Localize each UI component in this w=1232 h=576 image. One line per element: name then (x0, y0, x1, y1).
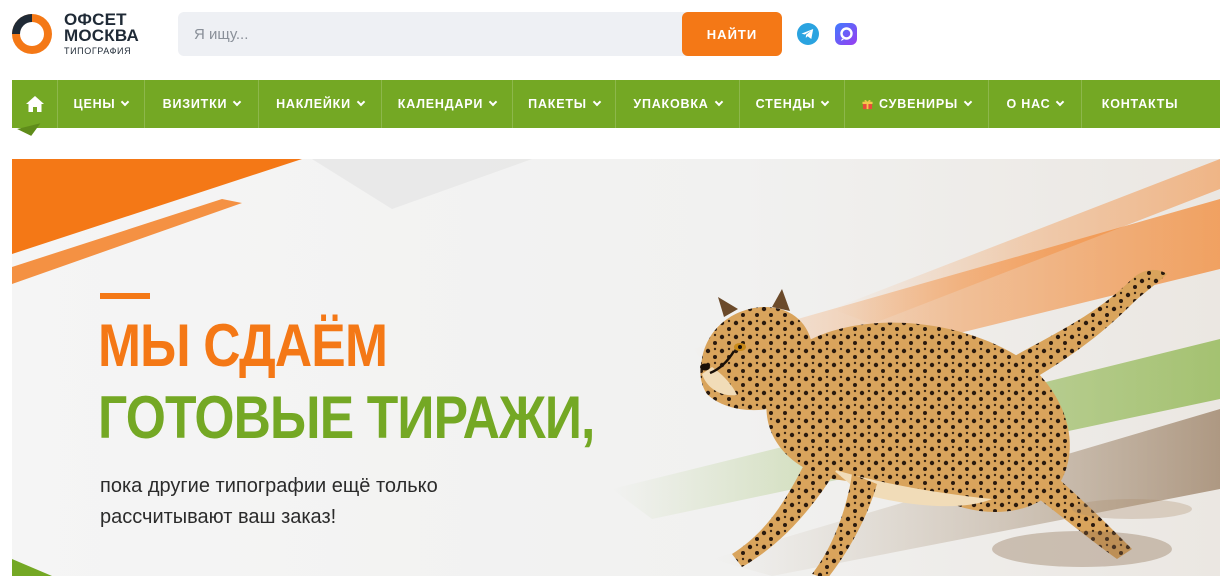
search-button[interactable]: НАЙТИ (682, 12, 782, 56)
hero-subtitle-line2: рассчитывают ваш заказ! (100, 506, 337, 528)
chevron-down-icon (1056, 97, 1065, 107)
nav-item-calendars[interactable]: КАЛЕНДАРИ (382, 80, 513, 128)
nav-item-about[interactable]: О НАС (989, 80, 1082, 128)
main-nav: ЦЕНЫ ВИЗИТКИ НАКЛЕЙКИ КАЛЕНДАРИ ПАКЕТЫ У… (12, 80, 1220, 128)
nav-item-packaging[interactable]: УПАКОВКА (616, 80, 740, 128)
chevron-down-icon (714, 97, 723, 107)
hero-accent-dash (100, 293, 150, 299)
nav-item-label: ЦЕНЫ (73, 97, 116, 111)
nav-item-label: О НАС (1006, 97, 1051, 111)
logo-line2: МОСКВА (64, 26, 139, 45)
nav-item-business-cards[interactable]: ВИЗИТКИ (145, 80, 259, 128)
nav-item-label: КАЛЕНДАРИ (397, 97, 484, 111)
hero-banner[interactable]: МЫ СДАЁМ ГОТОВЫЕ ТИРАЖИ, пока другие тип… (12, 159, 1220, 576)
hero-subtitle-line1: пока другие типографии ещё только (100, 475, 438, 497)
nav-item-stands[interactable]: СТЕНДЫ (740, 80, 845, 128)
nav-item-label: ВИЗИТКИ (162, 97, 228, 111)
search-bar: НАЙТИ (178, 12, 782, 56)
chevron-down-icon (488, 97, 498, 107)
nav-item-packages[interactable]: ПАКЕТЫ (513, 80, 616, 128)
nav-item-label: СТЕНДЫ (755, 97, 816, 111)
hero-subtitle: пока другие типографии ещё только рассчи… (100, 471, 620, 533)
gift-icon (862, 99, 873, 109)
cheetah-illustration (700, 269, 1192, 576)
hero-title-line1: МЫ СДАЁМ (98, 312, 388, 379)
site-header: ОФСЕТ МОСКВА ТИПОГРАФИЯ НАЙТИ (0, 0, 1232, 72)
chevron-down-icon (821, 97, 830, 107)
logo-text: ОФСЕТ МОСКВА ТИПОГРАФИЯ (64, 11, 139, 56)
nav-item-stickers[interactable]: НАКЛЕЙКИ (259, 80, 382, 128)
nav-item-label: ПАКЕТЫ (528, 97, 587, 111)
telegram-icon[interactable] (796, 22, 820, 46)
nav-item-souvenirs[interactable]: СУВЕНИРЫ (845, 80, 989, 128)
logo-tagline: ТИПОГРАФИЯ (64, 46, 132, 56)
home-icon (25, 96, 44, 112)
hero-title-line2: ГОТОВЫЕ ТИРАЖИ, (98, 384, 595, 451)
nav-item-label: НАКЛЕЙКИ (276, 97, 351, 111)
chevron-down-icon (121, 97, 130, 107)
nav-home-button[interactable] (12, 80, 58, 128)
max-messenger-icon[interactable] (834, 22, 858, 46)
chevron-down-icon (233, 97, 242, 107)
nav-item-prices[interactable]: ЦЕНЫ (58, 80, 145, 128)
chevron-down-icon (356, 97, 366, 107)
nav-item-label: СУВЕНИРЫ (879, 97, 958, 111)
nav-item-contacts[interactable]: КОНТАКТЫ (1082, 80, 1198, 128)
chevron-down-icon (592, 97, 602, 107)
logo[interactable]: ОФСЕТ МОСКВА ТИПОГРАФИЯ (10, 10, 160, 60)
nav-item-label: УПАКОВКА (633, 97, 709, 111)
logo-mark-icon (12, 14, 52, 54)
search-input[interactable] (178, 12, 698, 56)
chevron-down-icon (963, 97, 973, 107)
nav-item-label: КОНТАКТЫ (1101, 97, 1179, 111)
